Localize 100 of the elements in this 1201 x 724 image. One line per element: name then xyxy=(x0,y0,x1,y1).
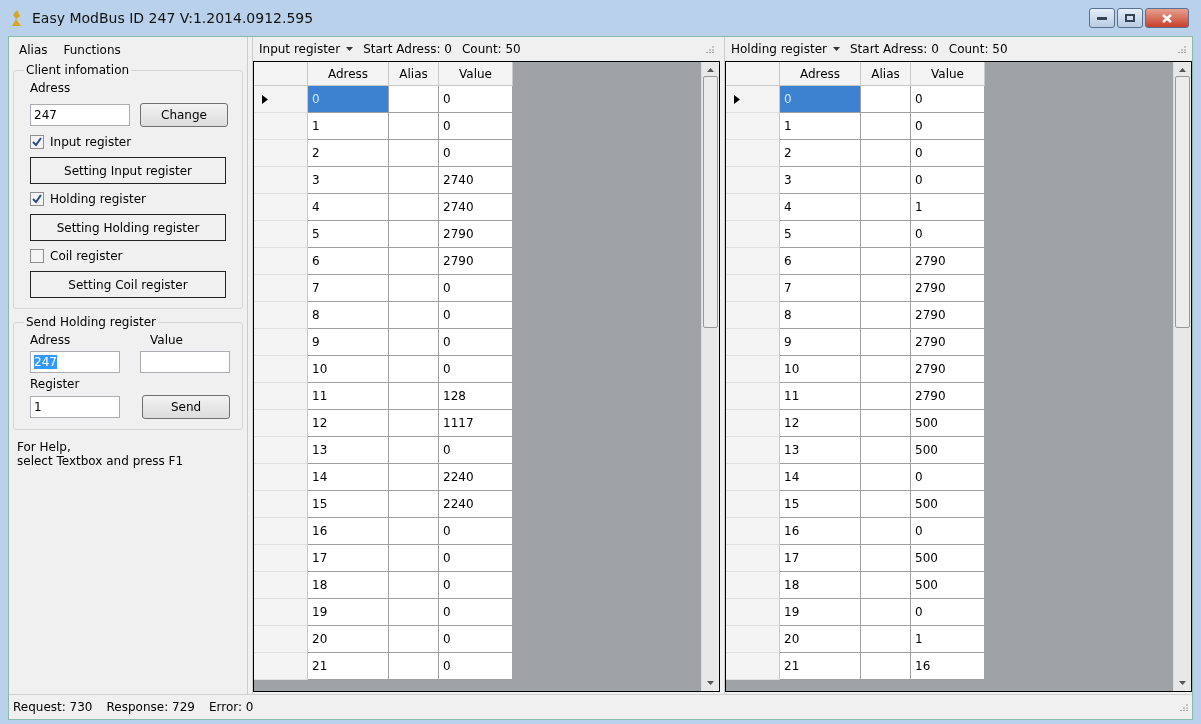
table-cell[interactable]: 4 xyxy=(308,194,389,221)
menu-item[interactable]: Alias xyxy=(13,41,54,59)
table-cell[interactable]: 2 xyxy=(308,140,389,167)
table-cell[interactable] xyxy=(861,491,911,518)
table-cell[interactable] xyxy=(861,248,911,275)
table-cell[interactable]: 6 xyxy=(780,248,861,275)
table-cell[interactable] xyxy=(861,545,911,572)
table-cell[interactable]: 19 xyxy=(780,599,861,626)
table-cell[interactable] xyxy=(861,464,911,491)
table-cell[interactable]: 0 xyxy=(439,626,513,653)
table-cell[interactable]: 2240 xyxy=(439,491,513,518)
table-cell[interactable]: 2740 xyxy=(439,194,513,221)
table-cell[interactable]: 500 xyxy=(911,410,985,437)
table-cell[interactable] xyxy=(389,653,439,680)
table-cell[interactable] xyxy=(389,194,439,221)
table-cell[interactable]: 18 xyxy=(780,572,861,599)
table-cell[interactable]: 11 xyxy=(780,383,861,410)
table-cell[interactable]: 0 xyxy=(439,113,513,140)
setting-button[interactable]: Setting Holding register xyxy=(30,214,226,241)
table-cell[interactable]: 13 xyxy=(780,437,861,464)
setting-button[interactable]: Setting Coil register xyxy=(30,271,226,298)
table-cell[interactable] xyxy=(861,599,911,626)
table-cell[interactable]: 0 xyxy=(439,275,513,302)
table-cell[interactable]: 500 xyxy=(911,491,985,518)
table-cell[interactable] xyxy=(861,518,911,545)
table-cell[interactable] xyxy=(389,86,439,113)
table-cell[interactable]: 20 xyxy=(780,626,861,653)
table-cell[interactable] xyxy=(389,221,439,248)
table-cell[interactable]: 17 xyxy=(308,545,389,572)
table-cell[interactable]: 21 xyxy=(308,653,389,680)
table-cell[interactable]: 19 xyxy=(308,599,389,626)
table-cell[interactable]: 1 xyxy=(911,194,985,221)
table-cell[interactable]: 0 xyxy=(911,167,985,194)
table-cell[interactable]: 14 xyxy=(308,464,389,491)
table-cell[interactable]: 15 xyxy=(780,491,861,518)
scrollbar[interactable] xyxy=(1173,62,1191,691)
table-cell[interactable]: 1 xyxy=(308,113,389,140)
table-cell[interactable] xyxy=(389,140,439,167)
table-cell[interactable]: 0 xyxy=(439,302,513,329)
table-cell[interactable]: 0 xyxy=(439,653,513,680)
table-cell[interactable] xyxy=(861,140,911,167)
table-cell[interactable]: 0 xyxy=(439,599,513,626)
table-cell[interactable] xyxy=(389,599,439,626)
close-button[interactable] xyxy=(1145,8,1189,28)
column-header[interactable]: Adress xyxy=(308,62,389,86)
table-cell[interactable]: 2790 xyxy=(911,248,985,275)
table-cell[interactable]: 0 xyxy=(439,437,513,464)
table-cell[interactable]: 0 xyxy=(911,140,985,167)
row-header[interactable] xyxy=(254,86,308,113)
table-cell[interactable]: 13 xyxy=(308,437,389,464)
register-field[interactable]: 1 xyxy=(30,396,120,418)
column-header[interactable]: Alias xyxy=(861,62,911,86)
table-cell[interactable]: 2790 xyxy=(911,356,985,383)
table-cell[interactable]: 2790 xyxy=(911,275,985,302)
table-cell[interactable]: 21 xyxy=(780,653,861,680)
table-cell[interactable] xyxy=(861,653,911,680)
table-cell[interactable]: 9 xyxy=(780,329,861,356)
table-cell[interactable]: 500 xyxy=(911,437,985,464)
value-field[interactable] xyxy=(140,351,230,373)
table-cell[interactable]: 8 xyxy=(308,302,389,329)
table-cell[interactable] xyxy=(861,383,911,410)
setting-button[interactable]: Setting Input register xyxy=(30,157,226,184)
table-cell[interactable]: 20 xyxy=(308,626,389,653)
table-cell[interactable] xyxy=(389,491,439,518)
table-cell[interactable]: 1 xyxy=(911,626,985,653)
table-cell[interactable]: 0 xyxy=(911,86,985,113)
send-button[interactable]: Send xyxy=(142,395,230,419)
table-cell[interactable]: 2240 xyxy=(439,464,513,491)
table-cell[interactable]: 11 xyxy=(308,383,389,410)
table-cell[interactable] xyxy=(861,221,911,248)
table-cell[interactable]: 12 xyxy=(308,410,389,437)
table-cell[interactable]: 0 xyxy=(439,86,513,113)
table-cell[interactable] xyxy=(861,410,911,437)
maximize-button[interactable] xyxy=(1117,8,1143,28)
table-cell[interactable] xyxy=(389,329,439,356)
table-cell[interactable]: 128 xyxy=(439,383,513,410)
table-cell[interactable]: 15 xyxy=(308,491,389,518)
table-cell[interactable] xyxy=(389,437,439,464)
address-field[interactable]: 247 xyxy=(30,104,130,126)
table-cell[interactable] xyxy=(861,356,911,383)
menu-item[interactable]: Functions xyxy=(57,41,127,59)
table-cell[interactable]: 14 xyxy=(780,464,861,491)
table-cell[interactable] xyxy=(861,329,911,356)
table-cell[interactable]: 2790 xyxy=(439,248,513,275)
scrollbar-thumb[interactable] xyxy=(1175,76,1190,328)
row-header[interactable] xyxy=(726,86,780,113)
table-cell[interactable]: 3 xyxy=(780,167,861,194)
table-cell[interactable] xyxy=(389,113,439,140)
table-cell[interactable] xyxy=(389,356,439,383)
table-cell[interactable] xyxy=(389,383,439,410)
table-cell[interactable]: 0 xyxy=(439,545,513,572)
column-header[interactable]: Value xyxy=(911,62,985,86)
table-cell[interactable]: 6 xyxy=(308,248,389,275)
column-header[interactable]: Value xyxy=(439,62,513,86)
table-cell[interactable]: 1117 xyxy=(439,410,513,437)
table-cell[interactable] xyxy=(861,86,911,113)
table-cell[interactable] xyxy=(861,275,911,302)
table-cell[interactable]: 0 xyxy=(911,113,985,140)
table-cell[interactable]: 16 xyxy=(911,653,985,680)
table-cell[interactable]: 12 xyxy=(780,410,861,437)
